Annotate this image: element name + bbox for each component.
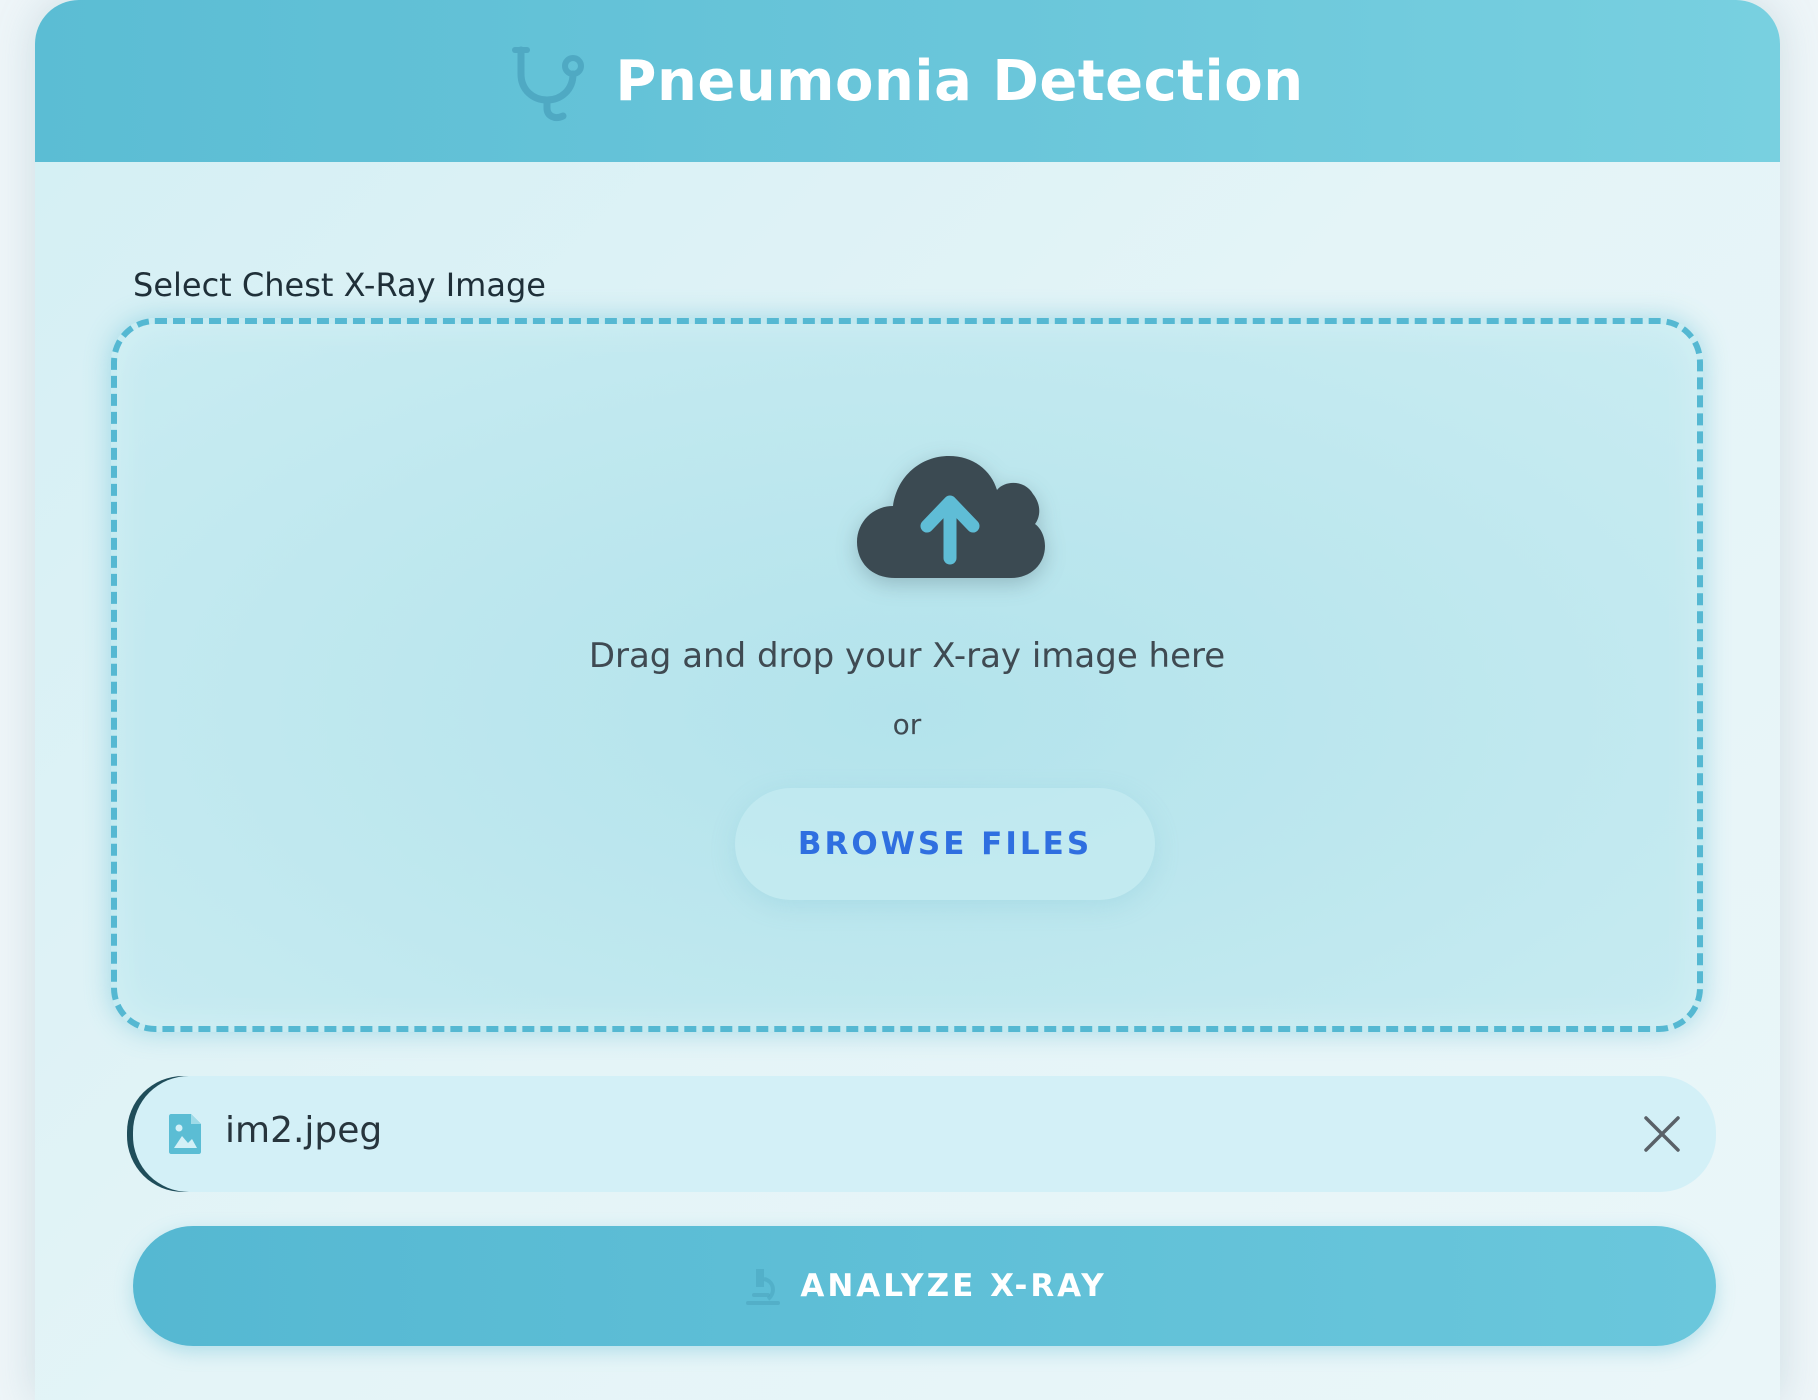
page-title: Pneumonia Detection xyxy=(615,48,1304,114)
close-icon[interactable] xyxy=(1642,1114,1682,1154)
dropzone-or-text: or xyxy=(892,708,922,741)
selected-file-name: im2.jpeg xyxy=(225,1110,383,1151)
file-dropzone[interactable]: Drag and drop your X-ray image here or B… xyxy=(111,318,1703,1032)
analyze-xray-button[interactable]: ANALYZE X-RAY xyxy=(133,1226,1716,1346)
dropzone-instructions: Drag and drop your X-ray image here xyxy=(588,636,1226,676)
analyze-button-label: ANALYZE X-RAY xyxy=(800,1268,1107,1304)
microscope-icon xyxy=(746,1269,781,1305)
app-header: Pneumonia Detection xyxy=(35,0,1780,162)
main-card: Pneumonia Detection Select Chest X-Ray I… xyxy=(35,0,1780,1400)
cloud-upload-icon xyxy=(857,456,1045,578)
image-file-icon xyxy=(169,1114,201,1154)
stethoscope-icon xyxy=(512,46,585,122)
upload-field-label: Select Chest X-Ray Image xyxy=(133,266,546,304)
browse-files-button[interactable]: BROWSE FILES xyxy=(735,788,1155,900)
selected-file-row: im2.jpeg xyxy=(133,1076,1716,1192)
